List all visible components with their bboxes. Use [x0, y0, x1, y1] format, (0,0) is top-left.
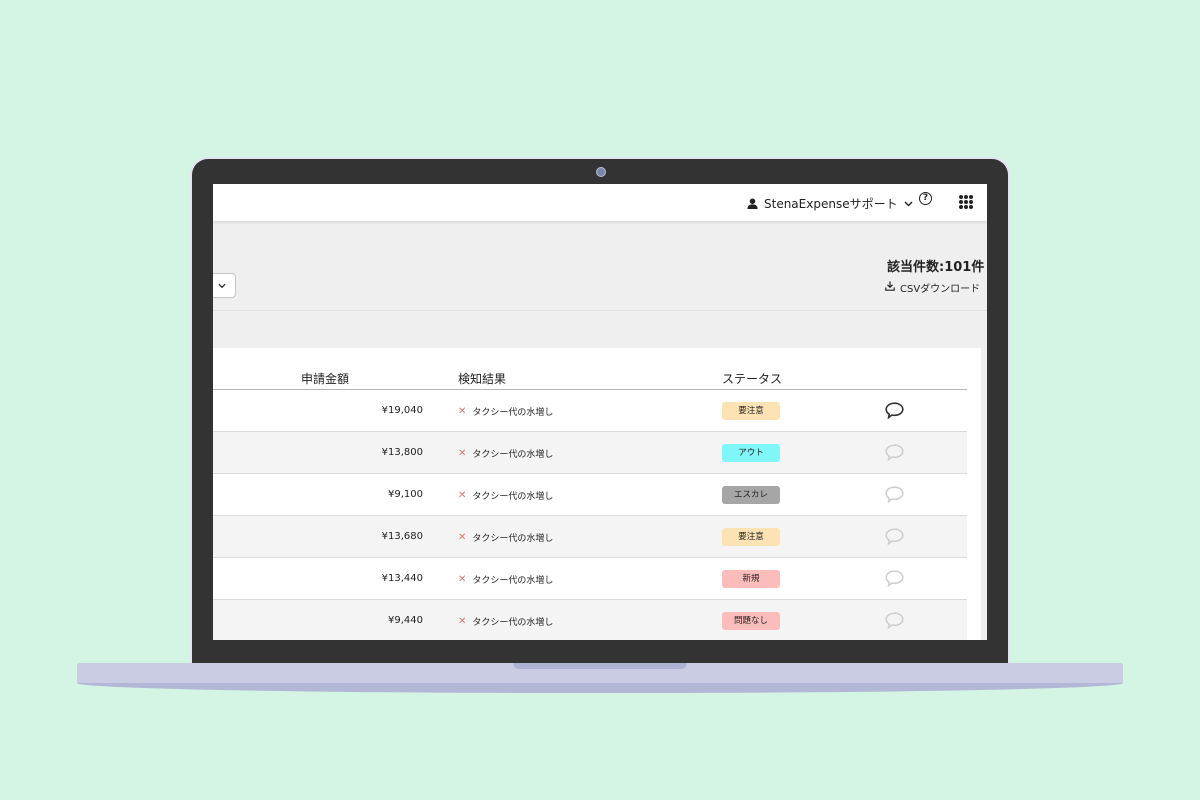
- result-text: タクシー代の水増し: [472, 576, 554, 586]
- close-x-icon: ✕: [458, 406, 467, 417]
- laptop-base: [77, 663, 1123, 683]
- column-header-amount[interactable]: 申請金額: [301, 370, 349, 387]
- result-cell: ✕ タクシー代の水増し: [458, 615, 553, 628]
- close-x-icon: ✕: [458, 490, 467, 501]
- csv-download-link[interactable]: CSVダウンロード: [885, 280, 980, 295]
- result-text: タクシー代の水増し: [472, 492, 554, 502]
- amount-cell: ¥9,100: [388, 489, 423, 500]
- table-row[interactable]: ¥19,040 ✕ タクシー代の水増し 要注意: [213, 390, 967, 432]
- amount-cell: ¥13,440: [381, 573, 423, 584]
- amount-cell: ¥9,440: [388, 615, 423, 626]
- divider: [213, 310, 987, 311]
- download-icon: [885, 281, 895, 294]
- amount-cell: ¥13,680: [381, 531, 423, 542]
- app-header: StenaExpenseサポート ?: [213, 184, 987, 221]
- column-header-status[interactable]: ステータス: [722, 370, 782, 387]
- result-cell: ✕ タクシー代の水増し: [458, 531, 553, 544]
- laptop-lid: StenaExpenseサポート ? 該当件数:101件 CSVダウンロード 申…: [190, 157, 1010, 663]
- chevron-down-icon: [904, 201, 913, 207]
- column-header-result[interactable]: 検知結果: [458, 370, 506, 387]
- close-x-icon: ✕: [458, 532, 467, 543]
- status-badge: アウト: [722, 444, 780, 462]
- csv-download-label: CSVダウンロード: [900, 284, 981, 295]
- comment-icon[interactable]: [885, 612, 904, 633]
- filter-select[interactable]: [213, 273, 236, 298]
- result-cell: ✕ タクシー代の水増し: [458, 447, 553, 460]
- app-grid-icon[interactable]: [959, 195, 973, 209]
- result-count: 該当件数:101件: [887, 260, 985, 275]
- status-badge: 新規: [722, 570, 780, 588]
- user-menu[interactable]: StenaExpenseサポート: [747, 195, 913, 212]
- user-icon: [747, 198, 758, 209]
- close-x-icon: ✕: [458, 574, 467, 585]
- comment-icon[interactable]: [885, 528, 904, 549]
- table-row[interactable]: ¥13,680 ✕ タクシー代の水増し 要注意: [213, 516, 967, 558]
- comment-icon[interactable]: [885, 570, 904, 591]
- result-cell: ✕ タクシー代の水増し: [458, 573, 553, 586]
- comment-icon[interactable]: [885, 402, 904, 423]
- table-row[interactable]: ¥9,100 ✕ タクシー代の水増し エスカレ: [213, 474, 967, 516]
- amount-cell: ¥19,040: [381, 405, 423, 416]
- help-icon[interactable]: ?: [919, 192, 932, 205]
- table-row[interactable]: ¥13,800 ✕ タクシー代の水増し アウト: [213, 432, 967, 474]
- chevron-down-icon: [218, 283, 226, 289]
- status-badge: 問題なし: [722, 612, 780, 630]
- close-x-icon: ✕: [458, 448, 467, 459]
- comment-icon[interactable]: [885, 486, 904, 507]
- app-screen: StenaExpenseサポート ? 該当件数:101件 CSVダウンロード 申…: [213, 184, 987, 640]
- result-text: タクシー代の水増し: [472, 408, 554, 418]
- amount-cell: ¥13,800: [381, 447, 423, 458]
- table-row[interactable]: ¥9,440 ✕ タクシー代の水増し 問題なし: [213, 600, 967, 640]
- table-row[interactable]: ¥13,440 ✕ タクシー代の水増し 新規: [213, 558, 967, 600]
- laptop-notch: [513, 663, 687, 669]
- result-text: タクシー代の水増し: [472, 534, 554, 544]
- close-x-icon: ✕: [458, 616, 467, 627]
- camera: [596, 167, 606, 177]
- status-badge: エスカレ: [722, 486, 780, 504]
- status-badge: 要注意: [722, 528, 780, 546]
- laptop-foot: [77, 683, 1123, 693]
- user-name: StenaExpenseサポート: [764, 197, 898, 211]
- result-text: タクシー代の水増し: [472, 450, 554, 460]
- result-cell: ✕ タクシー代の水増し: [458, 489, 553, 502]
- result-text: タクシー代の水増し: [472, 618, 554, 628]
- comment-icon[interactable]: [885, 444, 904, 465]
- status-badge: 要注意: [722, 402, 780, 420]
- result-cell: ✕ タクシー代の水増し: [458, 405, 553, 418]
